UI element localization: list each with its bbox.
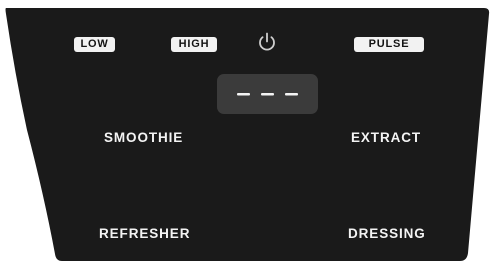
smoothie-program-button[interactable]: SMOOTHIE — [104, 130, 183, 146]
power-button[interactable] — [256, 31, 278, 53]
extract-program-button[interactable]: EXTRACT — [351, 130, 421, 146]
display-dash — [285, 93, 298, 96]
timer-display: - - - — [217, 74, 318, 114]
high-speed-button[interactable]: HIGH — [171, 37, 217, 52]
low-speed-button[interactable]: LOW — [74, 37, 115, 52]
pulse-button[interactable]: PULSE — [354, 37, 424, 52]
refresher-program-button[interactable]: REFRESHER — [99, 226, 190, 242]
dressing-program-button[interactable]: DRESSING — [348, 226, 426, 242]
display-segments — [237, 93, 298, 96]
power-icon — [259, 32, 275, 51]
display-dash — [261, 93, 274, 96]
blender-control-panel: LOW HIGH PULSE - - - SMOOTHIE EXTRACT RE… — [0, 0, 492, 261]
display-dash — [237, 93, 250, 96]
